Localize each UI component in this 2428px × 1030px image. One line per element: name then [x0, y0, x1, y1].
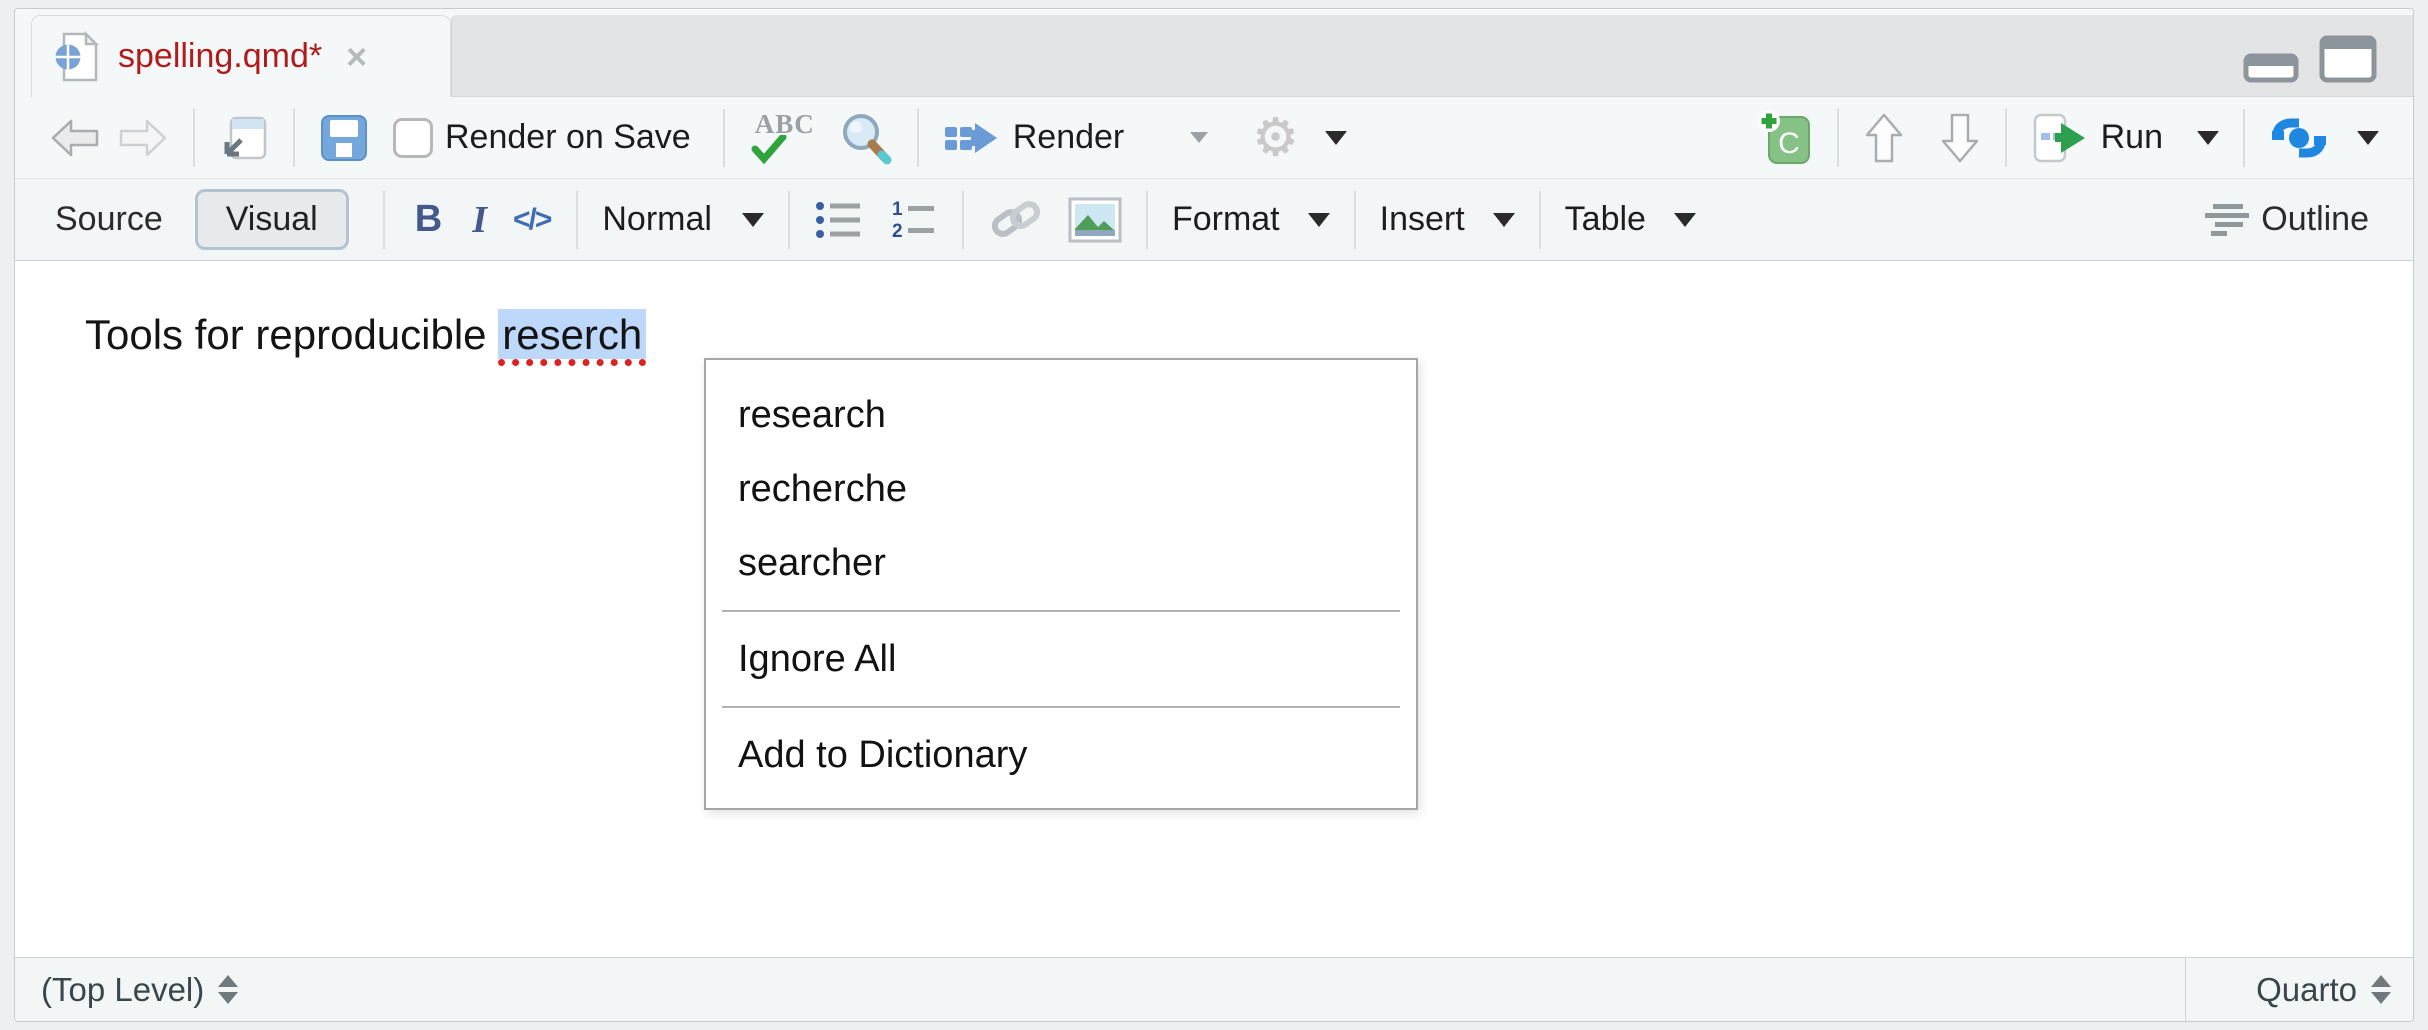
document-text-line: Tools for reproducible reserch [85, 311, 646, 359]
scope-selector[interactable]: (Top Level) [15, 971, 2185, 1009]
paragraph-style-select[interactable]: Normal [594, 194, 772, 245]
format-menu-label: Format [1172, 200, 1280, 239]
render-settings-button[interactable]: ⚙ [1244, 106, 1355, 170]
svg-text:C: C [1778, 127, 1800, 160]
style-caret-icon [742, 213, 764, 227]
tab-strip-background [451, 15, 2413, 97]
table-menu-label: Table [1565, 200, 1646, 239]
spellcheck-abc-icon: ABC [749, 109, 821, 167]
table-menu[interactable]: Table [1557, 194, 1704, 245]
tab-close-icon[interactable]: × [346, 39, 367, 75]
run-button[interactable]: Run [2023, 105, 2227, 171]
table-caret-icon [1674, 213, 1696, 227]
document-mode-selector[interactable]: Quarto [2185, 958, 2413, 1021]
render-button[interactable]: Render [935, 107, 1133, 169]
insert-chunk-button[interactable]: C [1749, 103, 1821, 173]
insert-image-button[interactable] [1060, 191, 1130, 249]
format-menu[interactable]: Format [1164, 194, 1338, 245]
bullet-list-icon [814, 198, 862, 242]
quarto-file-icon [54, 31, 100, 83]
spellcheck-button[interactable]: ABC [741, 103, 829, 173]
link-icon [988, 195, 1044, 245]
back-button[interactable] [41, 111, 109, 165]
search-icon [837, 110, 893, 166]
image-icon [1068, 197, 1122, 243]
go-previous-section-button[interactable] [1855, 105, 1913, 171]
run-chunk-icon [2031, 111, 2089, 165]
menu-separator [722, 706, 1400, 708]
visual-mode-button[interactable]: Visual [195, 189, 349, 250]
bullet-list-button[interactable] [806, 192, 870, 248]
editor-status-bar: (Top Level) Quarto [15, 957, 2413, 1021]
run-label: Run [2101, 118, 2163, 157]
popout-window-button[interactable] [211, 108, 277, 168]
svg-text:1: 1 [892, 199, 903, 220]
find-replace-button[interactable] [829, 104, 901, 172]
tab-strip: spelling.qmd* × [15, 9, 2413, 97]
paragraph-style-value: Normal [602, 200, 712, 239]
insert-caret-icon [1493, 213, 1515, 227]
render-on-save-label: Render on Save [445, 118, 691, 157]
insert-chunk-icon: C [1757, 109, 1813, 167]
format-caret-icon [1308, 213, 1330, 227]
suggestion-item[interactable]: searcher [706, 526, 1416, 600]
go-next-section-button[interactable] [1931, 105, 1989, 171]
render-label: Render [1013, 118, 1125, 157]
settings-caret-icon [1325, 131, 1347, 145]
add-to-dictionary-item[interactable]: Add to Dictionary [706, 718, 1416, 792]
tab-spelling-qmd[interactable]: spelling.qmd* × [31, 15, 451, 97]
scope-updown-icon [218, 975, 238, 1004]
outline-toggle-button[interactable]: Outline [2197, 194, 2377, 245]
ignore-all-item[interactable]: Ignore All [706, 622, 1416, 696]
maximize-pane-icon[interactable] [2319, 35, 2377, 83]
menu-separator [722, 610, 1400, 612]
render-options-caret-icon[interactable] [1190, 132, 1208, 143]
italic-button[interactable]: I [456, 198, 503, 242]
source-mode-button[interactable]: Source [55, 200, 163, 239]
checkbox-box[interactable] [393, 118, 433, 158]
save-button[interactable] [311, 107, 377, 169]
insert-menu-label: Insert [1380, 200, 1465, 239]
run-options-caret-icon[interactable] [2197, 131, 2219, 145]
outline-label: Outline [2261, 200, 2369, 239]
numbered-list-icon: 1 2 [888, 198, 938, 242]
suggestion-item[interactable]: research [706, 378, 1416, 452]
outline-icon [2205, 202, 2249, 238]
render-on-save-checkbox[interactable]: Render on Save [385, 112, 699, 164]
insert-menu[interactable]: Insert [1372, 194, 1523, 245]
forward-button[interactable] [109, 111, 177, 165]
spellcheck-context-menu: research recherche searcher Ignore All A… [704, 358, 1418, 810]
mode-updown-icon [2371, 975, 2391, 1004]
render-icon [943, 113, 1001, 163]
tab-filename: spelling.qmd* [118, 37, 322, 76]
minimize-pane-icon[interactable] [2243, 53, 2299, 83]
rerun-button[interactable] [2261, 107, 2387, 169]
svg-text:2: 2 [892, 221, 903, 242]
rerun-options-caret-icon[interactable] [2357, 131, 2379, 145]
mode-label: Quarto [2256, 971, 2357, 1009]
format-toolbar: Source Visual B I </> Normal 1 2 [15, 179, 2413, 261]
rerun-icon [2269, 113, 2329, 163]
misspelled-word-selected[interactable]: reserch [498, 309, 646, 366]
insert-link-button[interactable] [980, 189, 1052, 251]
code-button[interactable]: </> [503, 203, 560, 237]
suggestion-item[interactable]: recherche [706, 452, 1416, 526]
bold-button[interactable]: B [401, 198, 456, 241]
document-text: Tools for reproducible [85, 311, 498, 358]
scope-label: (Top Level) [41, 971, 204, 1009]
numbered-list-button[interactable]: 1 2 [880, 192, 946, 248]
main-toolbar: Render on Save ABC [15, 97, 2413, 179]
gear-icon: ⚙ [1252, 112, 1299, 164]
